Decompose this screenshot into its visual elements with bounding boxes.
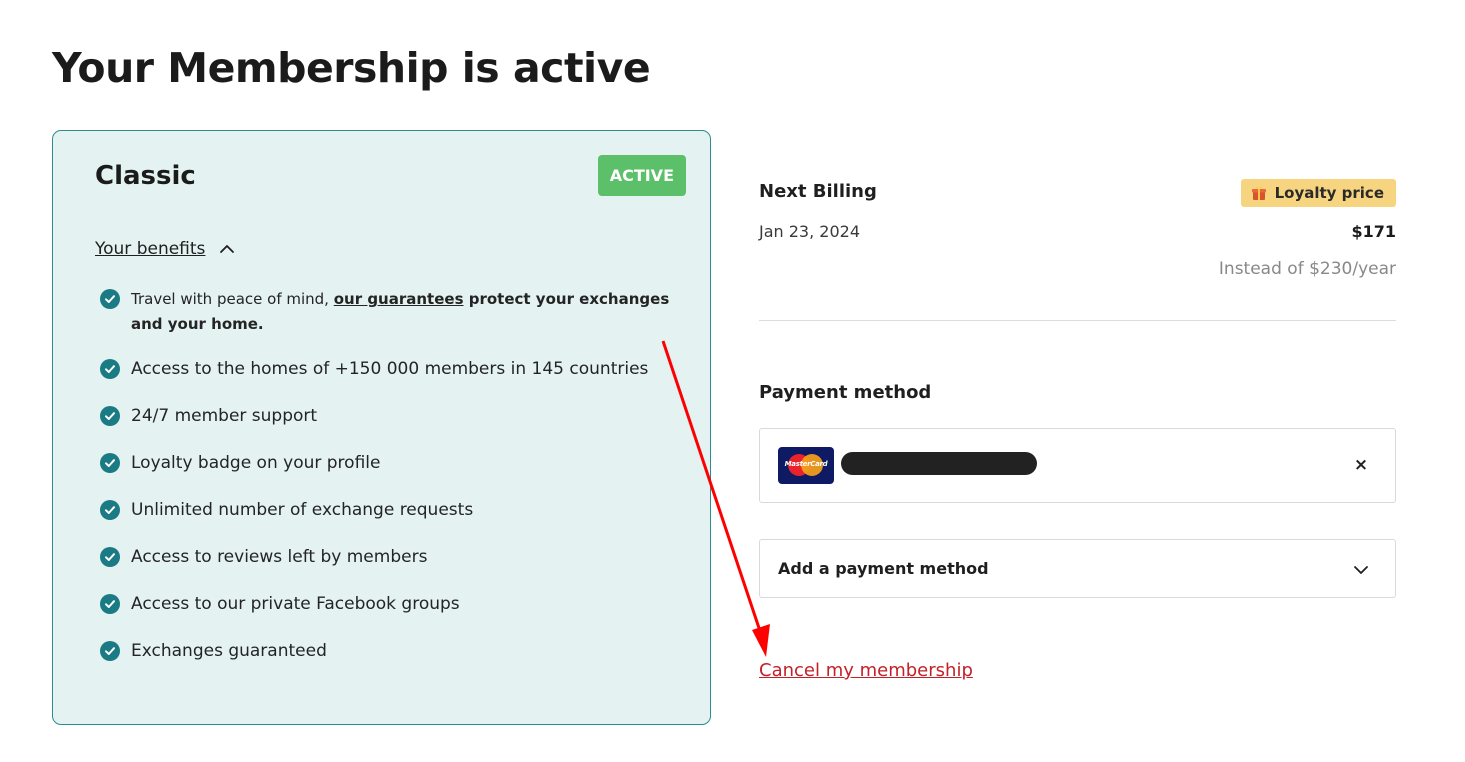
list-item: Exchanges guaranteed	[100, 639, 680, 664]
list-item: Access to reviews left by members	[100, 545, 680, 570]
guarantees-link[interactable]: our guarantees	[334, 290, 464, 308]
list-item: Access to the homes of +150 000 members …	[100, 357, 680, 382]
benefit-text: 24/7 member support	[131, 406, 318, 426]
payment-method-title: Payment method	[759, 382, 932, 403]
list-item: Access to our private Facebook groups	[100, 592, 680, 617]
divider	[759, 320, 1396, 321]
list-item: 24/7 member support	[100, 404, 680, 429]
benefits-list: Travel with peace of mind, our guarantee…	[100, 287, 680, 686]
check-circle-icon	[100, 359, 120, 379]
billing-price: $171	[1351, 222, 1396, 241]
status-badge: ACTIVE	[597, 155, 686, 196]
benefit-text: Access to reviews left by members	[131, 547, 428, 567]
check-circle-icon	[100, 289, 120, 309]
saved-card: MasterCard ×	[759, 428, 1396, 503]
mastercard-icon: MasterCard	[778, 447, 834, 484]
card-number-redacted	[841, 452, 1037, 475]
original-price: Instead of $230/year	[1218, 259, 1396, 279]
check-circle-icon	[100, 641, 120, 661]
benefit-text: Travel with peace of mind, our guarantee…	[131, 290, 670, 333]
check-circle-icon	[100, 594, 120, 614]
chevron-down-icon[interactable]	[1353, 562, 1369, 578]
page-title: Your Membership is active	[52, 44, 651, 92]
list-item: Loyalty badge on your profile	[100, 451, 680, 476]
list-item: Unlimited number of exchange requests	[100, 498, 680, 523]
add-payment-method-label[interactable]: Add a payment method	[778, 559, 989, 578]
loyalty-price-badge: Loyalty price	[1240, 179, 1396, 207]
benefit-text: Access to the homes of +150 000 members …	[131, 359, 649, 379]
benefit-text: Unlimited number of exchange requests	[131, 500, 474, 520]
loyalty-price-label: Loyalty price	[1274, 184, 1384, 202]
next-billing-title: Next Billing	[759, 181, 877, 202]
add-payment-method-dropdown[interactable]: Add a payment method	[759, 539, 1396, 598]
benefit-text: Exchanges guaranteed	[131, 641, 327, 661]
list-item: Travel with peace of mind, our guarantee…	[100, 287, 680, 337]
gift-icon	[1251, 186, 1266, 200]
check-circle-icon	[100, 453, 120, 473]
check-circle-icon	[100, 406, 120, 426]
check-circle-icon	[100, 500, 120, 520]
check-circle-icon	[100, 547, 120, 567]
plan-card: Classic ACTIVE Your benefits Travel with…	[52, 130, 711, 725]
benefit-text: Loyalty badge on your profile	[131, 453, 381, 473]
chevron-up-icon[interactable]	[219, 241, 235, 257]
billing-date: Jan 23, 2024	[759, 222, 860, 241]
benefits-toggle-label[interactable]: Your benefits	[95, 239, 205, 259]
plan-name: Classic	[95, 161, 196, 191]
remove-card-button[interactable]: ×	[1353, 456, 1369, 474]
benefits-toggle[interactable]: Your benefits	[95, 239, 235, 259]
benefit-text: Access to our private Facebook groups	[131, 594, 460, 614]
cancel-membership-link[interactable]: Cancel my membership	[759, 660, 973, 681]
